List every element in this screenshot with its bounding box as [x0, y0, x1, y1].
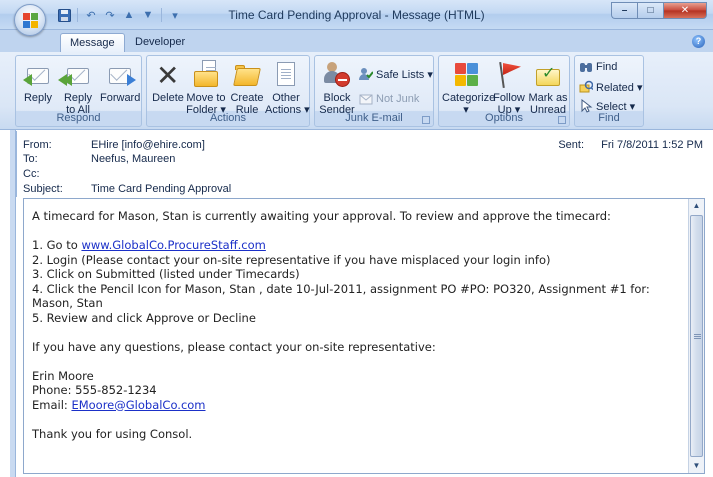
procurestaff-link[interactable]: www.GlobalCo.ProcureStaff.com — [81, 238, 265, 252]
signature-email: Email: EMoore@GlobalCo.com — [32, 397, 206, 412]
forward-button[interactable]: Forward — [100, 60, 140, 104]
not-junk-icon — [359, 92, 373, 106]
maximize-button[interactable]: □ — [637, 2, 663, 19]
intro-text: A timecard for Mason, Stan is currently … — [32, 209, 611, 223]
window-title: Time Card Pending Approval - Message (HT… — [228, 8, 485, 22]
questions-text: If you have any questions, please contac… — [32, 339, 436, 354]
delete-icon: ✕ — [156, 60, 180, 91]
scroll-up-arrow-icon[interactable]: ▲ — [689, 199, 704, 213]
closing-text: Thank you for using Consol. — [32, 426, 193, 441]
email-link[interactable]: EMoore@GlobalCo.com — [71, 398, 205, 412]
subject-value: Time Card Pending Approval — [91, 183, 232, 195]
message-body-text: A timecard for Mason, Stan is currently … — [32, 209, 682, 441]
office-logo-icon — [23, 13, 38, 28]
message-body[interactable]: A timecard for Mason, Stan is currently … — [23, 198, 705, 474]
forward-icon — [104, 60, 136, 90]
minimize-button[interactable]: – — [611, 2, 637, 19]
options-group-label: Options — [485, 112, 523, 124]
ribbon: Reply Reply to All Forward Respond ✕ Del… — [0, 52, 713, 130]
title-bar: ↶ ↷ ▲ ▼ ▾ Time Card Pending Approval - M… — [0, 0, 713, 30]
other-actions-icon — [270, 60, 302, 90]
signature-name: Erin Moore — [32, 368, 94, 383]
to-label: To: — [23, 153, 38, 165]
options-launcher[interactable] — [558, 116, 566, 124]
subject-label: Subject: — [23, 183, 63, 195]
cursor-icon — [579, 98, 593, 113]
move-to-folder-button[interactable]: Move to Folder ▾ — [185, 60, 227, 116]
junk-email-options-launcher[interactable] — [422, 116, 430, 124]
safe-lists-button[interactable]: Safe Lists ▾ — [359, 67, 433, 81]
vertical-scrollbar[interactable]: ▲ ▼ — [688, 199, 704, 473]
to-value[interactable]: Neefus, Maureen — [91, 153, 175, 167]
step-2: 2. Login (Please contact your on-site re… — [32, 252, 551, 267]
find-group-label: Find — [598, 112, 620, 124]
reply-all-icon — [58, 60, 94, 90]
step-3: 3. Click on Submitted (listed under Time… — [32, 267, 300, 281]
move-to-folder-icon — [190, 60, 222, 90]
block-sender-icon — [321, 60, 353, 90]
close-button[interactable]: ✕ — [663, 2, 707, 19]
follow-up-flag-icon — [493, 60, 525, 90]
cc-row: Cc: — [23, 168, 91, 182]
scrollbar-thumb[interactable] — [690, 215, 703, 457]
scroll-down-arrow-icon[interactable]: ▼ — [689, 459, 704, 473]
sent-value: Fri 7/8/2011 1:52 PM — [601, 139, 703, 151]
follow-up-button[interactable]: Follow Up ▾ — [492, 60, 526, 116]
help-icon[interactable]: ? — [692, 35, 705, 48]
sent-label: Sent: — [558, 139, 585, 151]
subject-row: Subject: Time Card Pending Approval — [23, 183, 231, 197]
tab-developer[interactable]: Developer — [126, 33, 194, 52]
step-5: 5. Review and click Approve or Decline — [32, 310, 256, 325]
related-icon — [579, 80, 594, 94]
tab-message[interactable]: Message — [60, 33, 125, 52]
find-group: Find Related ▾ Select ▾ Find — [574, 55, 644, 127]
cc-label: Cc: — [23, 168, 40, 180]
signature-phone: Phone: 555-852-1234 — [32, 383, 157, 397]
sent-row: Sent: Fri 7/8/2011 1:52 PM — [558, 139, 703, 151]
related-button[interactable]: Related ▾ — [579, 80, 643, 94]
binoculars-icon — [579, 60, 593, 74]
step-4: 4. Click the Pencil Icon for Mason, Stan… — [32, 281, 650, 311]
create-rule-button[interactable]: Create Rule — [230, 60, 264, 116]
from-label: From: — [23, 139, 52, 151]
reply-all-button[interactable]: Reply to All — [58, 60, 96, 116]
reply-icon — [22, 60, 54, 90]
actions-group-label: Actions — [209, 112, 247, 124]
create-rule-icon — [231, 60, 263, 90]
ribbon-tab-bar: Message Developer ? — [0, 30, 713, 52]
find-button[interactable]: Find — [579, 60, 617, 74]
respond-group-label: Respond — [56, 112, 101, 124]
safe-lists-icon — [359, 67, 374, 81]
message-header: From: EHire [info@ehire.com] To: Neefus,… — [16, 131, 713, 197]
from-row: From: EHire [info@ehire.com] — [23, 139, 205, 153]
delete-button[interactable]: ✕ Delete — [151, 60, 185, 105]
options-group: Categorize ▾ Follow Up ▾ ✓ Mark as Unrea… — [438, 55, 570, 127]
select-button[interactable]: Select ▾ — [579, 98, 635, 113]
junk-email-group-label: Junk E-mail — [345, 112, 403, 124]
not-junk-button[interactable]: Not Junk — [359, 92, 419, 106]
categorize-icon — [450, 60, 482, 90]
junk-email-group: Block Sender Safe Lists ▾ Not Junk Junk … — [314, 55, 434, 127]
step-1: 1. Go to www.GlobalCo.ProcureStaff.com — [32, 238, 266, 252]
office-button[interactable] — [14, 4, 46, 36]
from-value[interactable]: EHire [info@ehire.com] — [91, 139, 205, 153]
categorize-button[interactable]: Categorize ▾ — [442, 60, 495, 116]
mark-unread-icon: ✓ — [532, 60, 564, 90]
window-controls: – □ ✕ — [611, 2, 707, 19]
block-sender-button[interactable]: Block Sender — [319, 60, 355, 116]
respond-group: Reply Reply to All Forward Respond — [15, 55, 142, 127]
reply-button[interactable]: Reply — [22, 60, 54, 104]
other-actions-button[interactable]: Other Actions ▾ — [265, 60, 310, 116]
actions-group: ✕ Delete Move to Folder ▾ Create Rule Ot… — [146, 55, 310, 127]
to-row: To: Neefus, Maureen — [23, 153, 175, 167]
mark-as-unread-button[interactable]: ✓ Mark as Unread — [528, 60, 568, 117]
